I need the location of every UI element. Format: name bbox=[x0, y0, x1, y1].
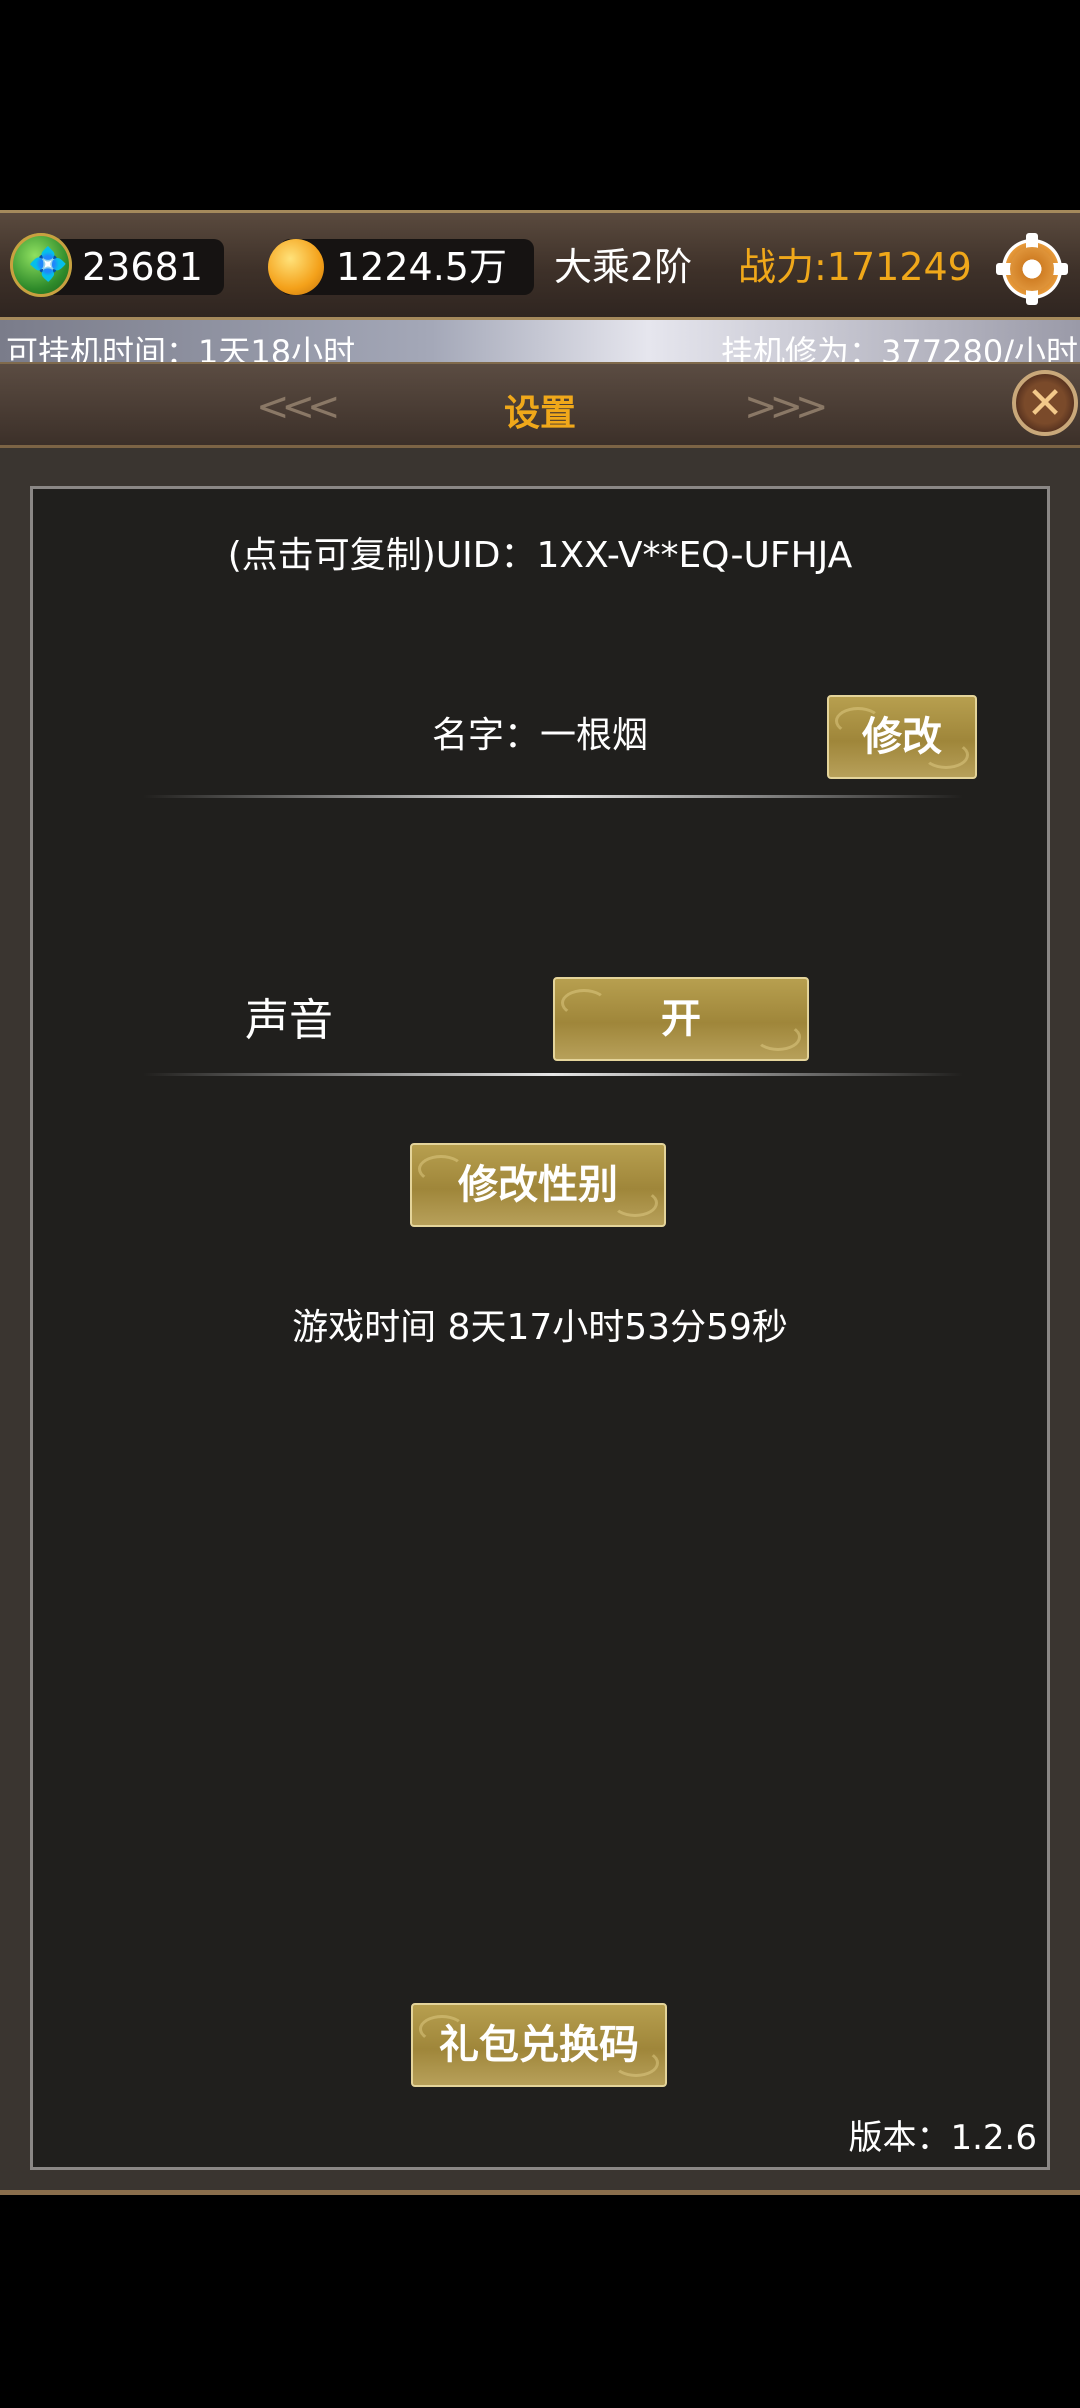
combat-power: 战力:171249 bbox=[738, 245, 972, 289]
sound-label: 声音 bbox=[245, 995, 333, 1046]
idle-info-strip: 可挂机时间：1天18小时 挂机修为：377280/小时 bbox=[0, 320, 1080, 362]
play-time: 游戏时间 8天17小时53分59秒 bbox=[292, 1307, 788, 1348]
settings-titlebar: <<< 设置 >>> ✕ bbox=[0, 362, 1080, 448]
gold-coin-icon bbox=[268, 239, 324, 295]
idle-rate: 挂机修为：377280/小时 bbox=[721, 333, 1078, 362]
name-divider bbox=[143, 795, 963, 798]
gear-icon[interactable] bbox=[996, 233, 1068, 305]
uid-copy-text[interactable]: (点击可复制)UID：1XX-V**EQ-UFHJA bbox=[33, 535, 1047, 577]
resource-bar: 💠 23681 1224.5万 大乘2阶 战力:171249 bbox=[0, 210, 1080, 320]
settings-panel: (点击可复制)UID：1XX-V**EQ-UFHJA 名字：一根烟 修改 声音 … bbox=[30, 486, 1050, 2170]
idle-time: 可挂机时间：1天18小时 bbox=[6, 333, 356, 362]
rename-button[interactable]: 修改 bbox=[827, 695, 977, 779]
page-title: 设置 bbox=[503, 393, 576, 434]
right-ornament-icon: >>> bbox=[744, 384, 828, 430]
coin-value: 1224.5万 bbox=[336, 245, 507, 289]
sound-toggle-button[interactable]: 开 bbox=[553, 977, 809, 1061]
sound-divider bbox=[143, 1073, 963, 1076]
jade-value: 23681 bbox=[82, 245, 203, 289]
bottom-border bbox=[0, 2190, 1080, 2195]
version-label: 版本：1.2.6 bbox=[848, 2118, 1037, 2158]
change-gender-button[interactable]: 修改性别 bbox=[410, 1143, 666, 1227]
close-icon: ✕ bbox=[1026, 378, 1064, 429]
gift-code-button[interactable]: 礼包兑换码 bbox=[411, 2003, 667, 2087]
jade-icon: 💠 bbox=[10, 233, 72, 297]
close-button[interactable]: ✕ bbox=[1012, 370, 1078, 436]
realm-label: 大乘2阶 bbox=[554, 245, 693, 289]
